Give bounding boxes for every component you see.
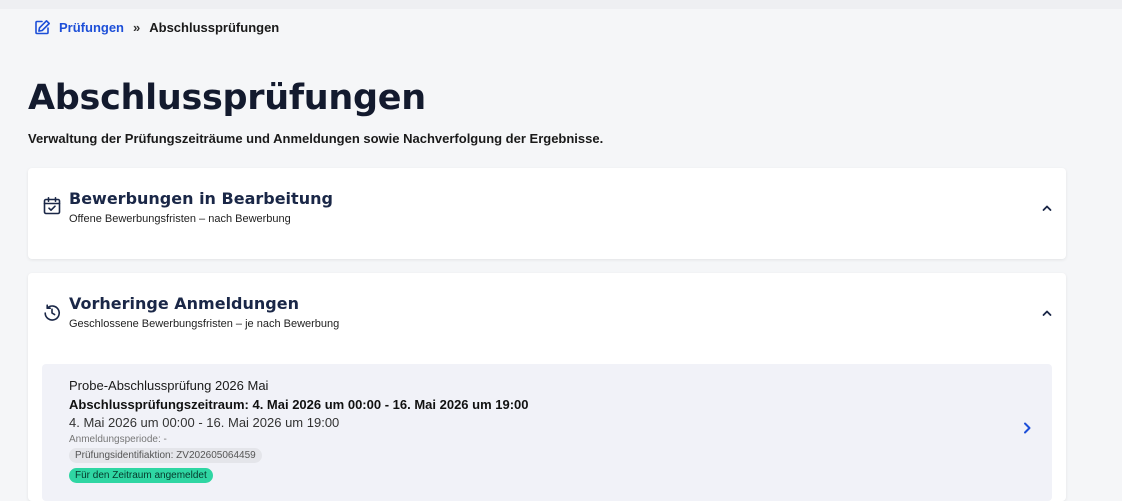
section-title: Vorheringe Anmeldungen — [69, 294, 299, 313]
breadcrumb: Prüfungen » Abschlussprüfungen — [34, 19, 279, 36]
edit-icon — [34, 19, 51, 36]
exam-identifier-badge: Prüfungsidentifiaktion: ZV202605064459 — [69, 448, 262, 463]
section-title: Bewerbungen in Bearbeitung — [69, 189, 333, 208]
chevron-up-icon[interactable] — [1040, 201, 1054, 215]
breadcrumb-link-pruefungen[interactable]: Prüfungen — [59, 20, 124, 35]
section-previous-registrations: Vorheringe Anmeldungen Geschlossene Bewe… — [28, 273, 1066, 501]
registration-item[interactable]: Probe-Abschlussprüfung 2026 Mai Abschlus… — [42, 364, 1052, 501]
calendar-check-icon — [42, 196, 62, 216]
exam-period-range: Abschlussprüfungszeitraum: 4. Mai 2026 u… — [69, 397, 529, 412]
breadcrumb-separator: » — [133, 20, 141, 35]
top-bar — [0, 0, 1122, 9]
section-subtitle: Geschlossene Bewerbungsfristen – je nach… — [69, 318, 340, 330]
chevron-up-icon[interactable] — [1040, 306, 1054, 320]
section-applications-in-progress: Bewerbungen in Bearbeitung Offene Bewerb… — [28, 168, 1066, 259]
page-title: Abschlussprüfungen — [28, 78, 426, 118]
history-icon — [42, 303, 62, 323]
status-badge: Für den Zeitraum angemeldet — [69, 468, 213, 483]
registration-period: Anmeldungsperiode: - — [69, 434, 167, 445]
chevron-right-icon[interactable] — [1020, 421, 1034, 435]
exam-date: 4. Mai 2026 um 00:00 - 16. Mai 2026 um 1… — [69, 415, 340, 430]
exam-name: Probe-Abschlussprüfung 2026 Mai — [69, 378, 269, 393]
page-subtitle: Verwaltung der Prüfungszeiträume und Anm… — [28, 131, 604, 146]
breadcrumb-current: Abschlussprüfungen — [149, 20, 280, 35]
section-subtitle: Offene Bewerbungsfristen – nach Bewerbun… — [69, 213, 291, 225]
